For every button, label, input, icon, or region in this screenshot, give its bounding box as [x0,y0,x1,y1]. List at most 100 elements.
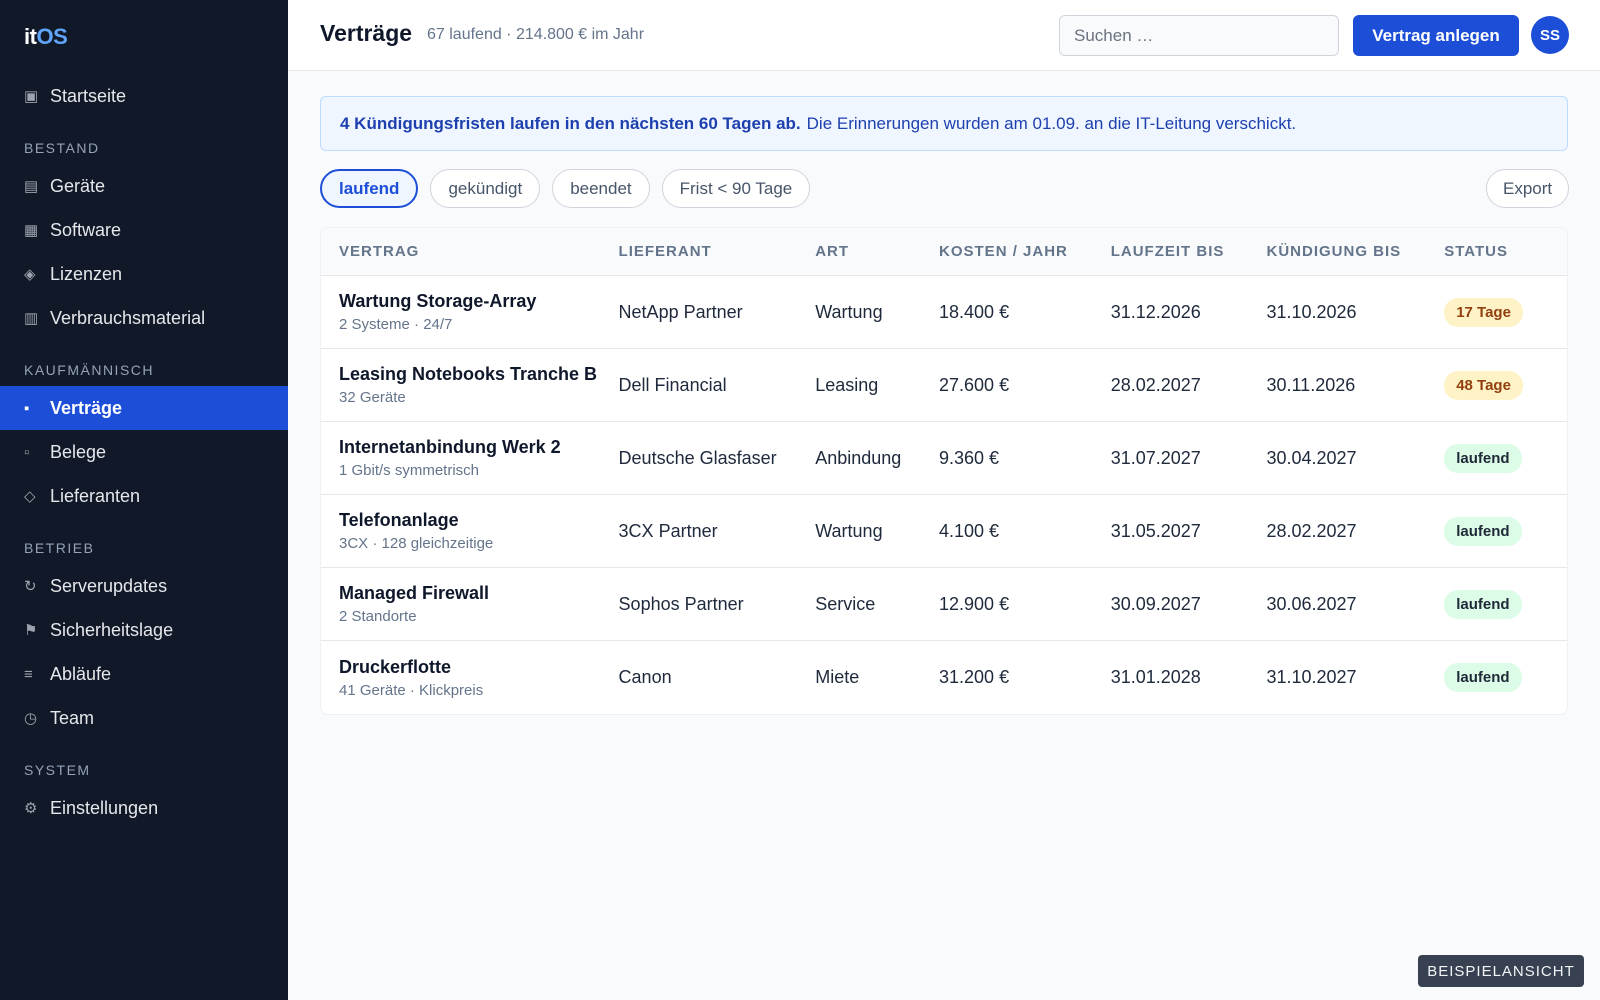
contract-name[interactable]: Leasing Notebooks Tranche B [339,364,619,385]
avatar[interactable]: SS [1531,16,1569,54]
type-cell: Wartung [815,301,883,322]
contract-icon: ▪ [24,399,30,417]
filter-chip-beendet[interactable]: beendet [552,169,650,208]
sidebar-section-betrieb: BETRIEB [24,540,95,556]
cost-cell: 4.100 € [939,520,1000,541]
sidebar-item-lieferanten[interactable]: ◇ Lieferanten [0,474,288,518]
sidebar-item-team[interactable]: ◷ Team [0,696,288,740]
status-badge: laufend [1444,589,1522,619]
sidebar-item-label: Einstellungen [50,797,159,818]
term-cell: 31.07.2027 [1110,447,1201,468]
status-badge: 48 Tage [1444,370,1523,400]
add-contract-button[interactable]: Vertrag anlegen [1353,15,1519,56]
status-badge: laufend [1444,516,1522,546]
table-row[interactable]: Druckerflotte 41 Geräte · Klickpreis Cano… [321,641,1567,714]
sidebar-item-label: Lieferanten [50,485,141,506]
contract-detail: 3CX · 128 gleichzeitige [339,535,494,552]
sidebar-item-label: Verträge [50,397,123,418]
filter-chip-laufend[interactable]: laufend [320,169,419,208]
sidebar-item-label: Geräte [50,175,106,196]
page-subtitle: 67 laufend · 214.800 € im Jahr [427,26,645,43]
sidebar-section-bestand: BESTAND [24,140,100,156]
cost-cell: 27.600 € [939,374,1010,395]
table-row[interactable]: Leasing Notebooks Tranche B 32 Geräte Del… [321,349,1567,422]
contract-cell: Leasing Notebooks Tranche B 32 Geräte [321,364,619,406]
column-header-status[interactable]: STATUS [1444,243,1567,260]
sidebar-item-label: Startseite [50,85,127,106]
export-button[interactable]: Export [1486,169,1570,208]
filter-chip-frist[interactable]: Frist < 90 Tage [661,169,811,208]
status-cell: laufend [1444,443,1567,473]
contract-name[interactable]: Telefonanlage [339,510,619,531]
vendor-cell: 3CX Partner [618,520,718,541]
notice-cell: 30.11.2026 [1266,374,1356,395]
sidebar-item-lizenzen[interactable]: ◈ Lizenzen [0,252,288,296]
sidebar-item-label: Abläufe [50,663,112,684]
refresh-icon: ↻ [24,578,37,595]
sidebar-item-vertraege[interactable]: ▪ Verträge [0,386,288,430]
app-logo[interactable]: itOS [24,24,68,50]
sidebar-item-belege[interactable]: ▫ Belege [0,430,288,474]
column-header-laufzeit[interactable]: LAUFZEIT BIS [1111,243,1267,260]
type-cell: Wartung [815,520,883,541]
vendor-cell: Canon [618,667,672,687]
license-icon: ◈ [24,266,36,283]
list-icon: ≡ [24,665,33,683]
vendor-cell: Sophos Partner [618,593,744,614]
search-input[interactable] [1059,15,1339,56]
sidebar-section-kaufmaennisch: KAUFMÄNNISCH [24,362,155,378]
table-row[interactable]: Wartung Storage-Array 2 Systeme · 24/7 Ne… [321,276,1567,349]
gear-icon: ⚙ [24,800,38,817]
status-badge: laufend [1444,663,1522,692]
notice-cell: 31.10.2026 [1266,301,1357,322]
status-cell: laufend [1444,589,1567,619]
contract-detail: 2 Standorte [339,608,417,625]
notice-cell: 30.04.2027 [1266,447,1357,468]
table-header: VERTRAG LIEFERANT ART KOSTEN / JAHR LAUF… [321,228,1567,276]
contract-name[interactable]: Internetanbindung Werk 2 [339,437,619,458]
flag-icon: ⚑ [24,622,38,639]
table-row[interactable]: Managed Firewall 2 Standorte Sophos Partn… [321,568,1567,641]
sidebar-item-geraete[interactable]: ▤ Geräte [0,164,288,208]
contract-detail: 1 Gbit/s symmetrisch [339,462,480,479]
contract-detail: 2 Systeme · 24/7 [339,316,453,333]
sidebar-item-software[interactable]: ▦ Software [0,208,288,252]
filter-chip-gekuendigt[interactable]: gekündigt [430,169,541,208]
cost-cell: 12.900 € [939,593,1010,614]
column-header-vertrag[interactable]: VERTRAG [321,243,619,260]
term-cell: 28.02.2027 [1110,374,1201,395]
notice-cell: 31.10.2027 [1266,667,1357,687]
sidebar-item-einstellungen[interactable]: ⚙ Einstellungen [0,786,288,830]
contract-cell: Wartung Storage-Array 2 Systeme · 24/7 [321,291,619,333]
column-header-kuendigung[interactable]: KÜNDIGUNG BIS [1266,243,1444,260]
column-header-lieferant[interactable]: LIEFERANT [619,243,816,260]
sidebar-item-label: Sicherheitslage [50,619,174,640]
vendor-cell: Deutsche Glasfaser [618,447,777,468]
contract-name[interactable]: Managed Firewall [339,583,619,604]
status-cell: laufend [1444,516,1567,546]
status-badge: 17 Tage [1444,297,1523,327]
home-icon: ▣ [24,88,39,105]
contract-name[interactable]: Wartung Storage-Array [339,291,619,312]
term-cell: 31.01.2028 [1110,667,1201,687]
deadline-banner: 4 Kündigungsfristen laufen in den nächst… [320,96,1568,151]
sidebar-item-ablaeufe[interactable]: ≡ Abläufe [0,652,288,696]
table-row[interactable]: Internetanbindung Werk 2 1 Gbit/s symmetr… [321,422,1567,495]
contract-cell: Druckerflotte 41 Geräte · Klickpreis [321,657,619,699]
sidebar-item-startseite[interactable]: ▣ Startseite [0,74,288,118]
contract-name[interactable]: Druckerflotte [339,657,619,678]
column-header-kosten[interactable]: KOSTEN / JAHR [939,243,1111,260]
software-icon: ▦ [24,222,39,239]
contracts-table: VERTRAG LIEFERANT ART KOSTEN / JAHR LAUF… [320,227,1568,715]
sidebar-item-verbrauchsmaterial[interactable]: ▥ Verbrauchsmaterial [0,296,288,340]
type-cell: Service [815,593,876,614]
sidebar-item-label: Serverupdates [50,575,168,596]
sidebar-item-sicherheitslage[interactable]: ⚑ Sicherheitslage [0,608,288,652]
sidebar-section-system: SYSTEM [24,762,91,778]
contract-detail: 41 Geräte · Klickpreis [339,681,484,699]
column-header-art[interactable]: ART [815,243,939,260]
table-row[interactable]: Telefonanlage 3CX · 128 gleichzeitige 3CX… [321,495,1567,568]
receipt-icon: ▫ [24,443,30,461]
sidebar-item-serverupdates[interactable]: ↻ Serverupdates [0,564,288,608]
example-view-label: BEISPIELANSICHT [1418,955,1584,987]
